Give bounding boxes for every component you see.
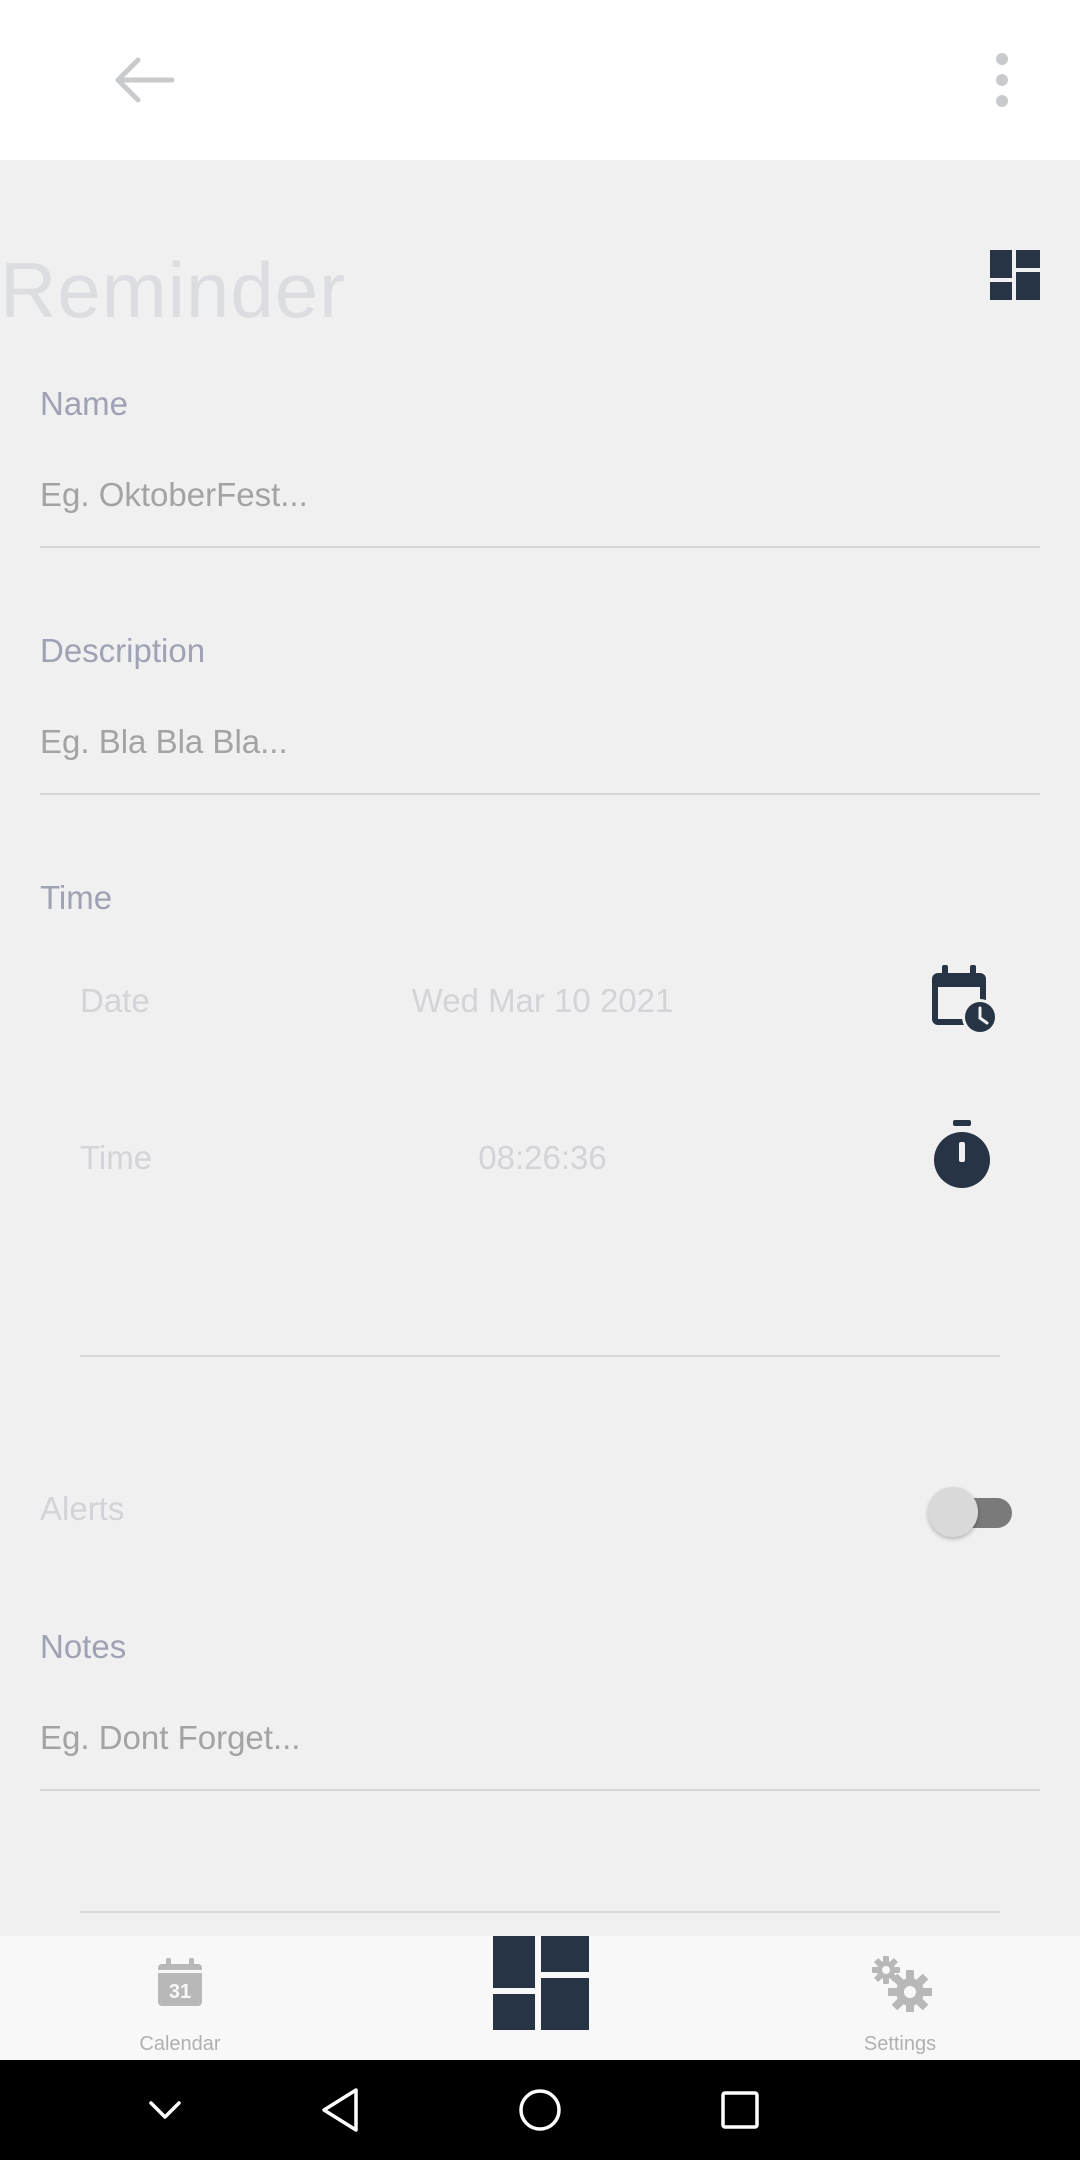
time-value[interactable]: 08:26:36 (400, 1139, 685, 1177)
description-input[interactable] (40, 715, 1040, 795)
calendar-clock-icon[interactable] (930, 965, 1000, 1037)
notes-label: Notes (40, 1628, 127, 1665)
calendar-icon: 31 (158, 1958, 202, 2006)
date-label: Date (80, 982, 150, 1019)
dashboard-icon[interactable] (990, 250, 1040, 300)
more-options-button[interactable] (985, 50, 1020, 110)
nav-settings-label: Settings (863, 2033, 937, 2055)
alerts-label: Alerts (40, 1490, 125, 1527)
more-vertical-icon (996, 53, 1008, 107)
nav-calendar[interactable]: 31 Calendar (80, 1936, 280, 2060)
dashboard-icon (493, 1936, 589, 2030)
svg-text:31: 31 (169, 1981, 191, 2003)
name-label: Name (40, 385, 129, 422)
gears-icon (872, 1956, 932, 2012)
system-home-button[interactable] (490, 2060, 590, 2160)
toggle-thumb (928, 1487, 978, 1537)
chevron-down-icon (149, 2101, 181, 2119)
notes-divider (80, 1911, 1000, 1913)
notes-input[interactable] (40, 1711, 1040, 1791)
nav-settings[interactable]: Settings (800, 1936, 1000, 2060)
nav-calendar-label: Calendar (139, 2033, 221, 2055)
stopwatch-icon[interactable] (931, 1120, 1001, 1192)
description-label: Description (40, 632, 206, 669)
date-value[interactable]: Wed Mar 10 2021 (360, 982, 725, 1020)
system-navigation-bar (0, 2060, 1080, 2160)
name-input[interactable] (40, 468, 1040, 548)
back-triangle-icon (322, 2088, 358, 2132)
alerts-toggle[interactable] (928, 1485, 1013, 1537)
recents-square-icon (721, 2091, 759, 2129)
time-label: Time (80, 1139, 153, 1176)
back-button[interactable] (110, 50, 180, 110)
time-section-label: Time (40, 879, 113, 916)
system-back-button[interactable] (290, 2060, 390, 2160)
app-bar (0, 0, 1080, 160)
page-title: Reminder (0, 246, 347, 334)
nav-dashboard[interactable] (493, 1936, 589, 2030)
system-recents-button[interactable] (690, 2060, 790, 2160)
arrow-left-icon (115, 57, 175, 103)
home-circle-icon (519, 2089, 561, 2131)
time-divider (80, 1355, 1000, 1357)
hide-keyboard-button[interactable] (115, 2060, 215, 2160)
